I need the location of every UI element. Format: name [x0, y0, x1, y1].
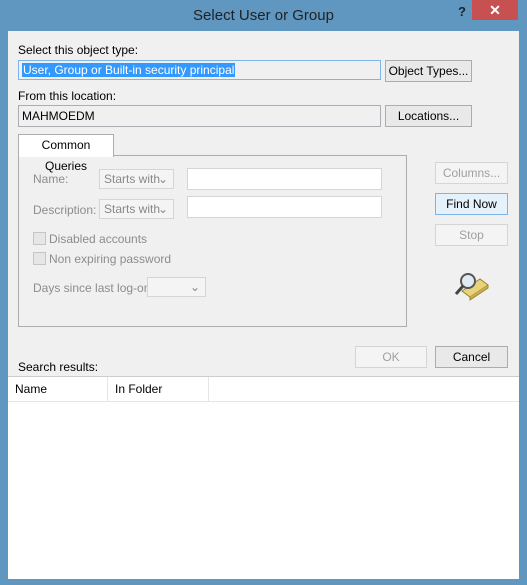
- days-since-logon-select[interactable]: ⌄: [147, 277, 206, 297]
- name-input[interactable]: [187, 168, 382, 190]
- locations-button[interactable]: Locations...: [385, 105, 472, 127]
- description-mode-select[interactable]: Starts with ⌄: [99, 199, 174, 219]
- object-type-field[interactable]: User, Group or Built-in security princip…: [18, 60, 381, 80]
- name-label: Name:: [33, 172, 69, 186]
- chevron-down-icon: ⌄: [189, 280, 200, 294]
- window-title: Select User or Group: [193, 7, 334, 24]
- location-field[interactable]: MAHMOEDM: [18, 105, 381, 127]
- description-mode-value: Starts with: [104, 202, 161, 216]
- description-label: Description:: [33, 203, 97, 217]
- object-type-label: Select this object type:: [18, 43, 139, 57]
- stop-button[interactable]: Stop: [435, 224, 508, 246]
- column-header-in-folder[interactable]: In Folder: [108, 377, 209, 401]
- chevron-down-icon: ⌄: [157, 202, 168, 216]
- non-expiring-label: Non expiring password: [49, 252, 172, 266]
- location-label: From this location:: [18, 89, 117, 103]
- chevron-down-icon: ⌄: [157, 172, 168, 186]
- name-mode-select[interactable]: Starts with ⌄: [99, 169, 174, 189]
- days-since-logon-label: Days since last log-on:: [33, 281, 154, 295]
- close-button[interactable]: ✕: [472, 0, 518, 20]
- ok-button[interactable]: OK: [355, 346, 427, 368]
- search-results-list[interactable]: Name In Folder: [8, 376, 519, 579]
- header-divider: [8, 401, 519, 402]
- description-input[interactable]: [187, 196, 382, 218]
- find-now-button[interactable]: Find Now: [435, 193, 508, 215]
- dialog-body: Select this object type: User, Group or …: [8, 31, 519, 579]
- column-header-name[interactable]: Name: [8, 377, 108, 401]
- non-expiring-checkbox[interactable]: [33, 252, 46, 265]
- search-results-label: Search results:: [18, 360, 99, 374]
- search-directory-icon: [454, 273, 489, 301]
- disabled-accounts-label: Disabled accounts: [49, 232, 148, 246]
- object-types-button[interactable]: Object Types...: [385, 60, 472, 82]
- name-mode-value: Starts with: [104, 172, 161, 186]
- object-type-value: User, Group or Built-in security princip…: [22, 63, 236, 77]
- cancel-button[interactable]: Cancel: [435, 346, 508, 368]
- help-button[interactable]: ?: [452, 4, 472, 19]
- tab-common-queries[interactable]: Common Queries: [18, 134, 114, 173]
- columns-button[interactable]: Columns...: [435, 162, 508, 184]
- disabled-accounts-checkbox[interactable]: [33, 232, 46, 245]
